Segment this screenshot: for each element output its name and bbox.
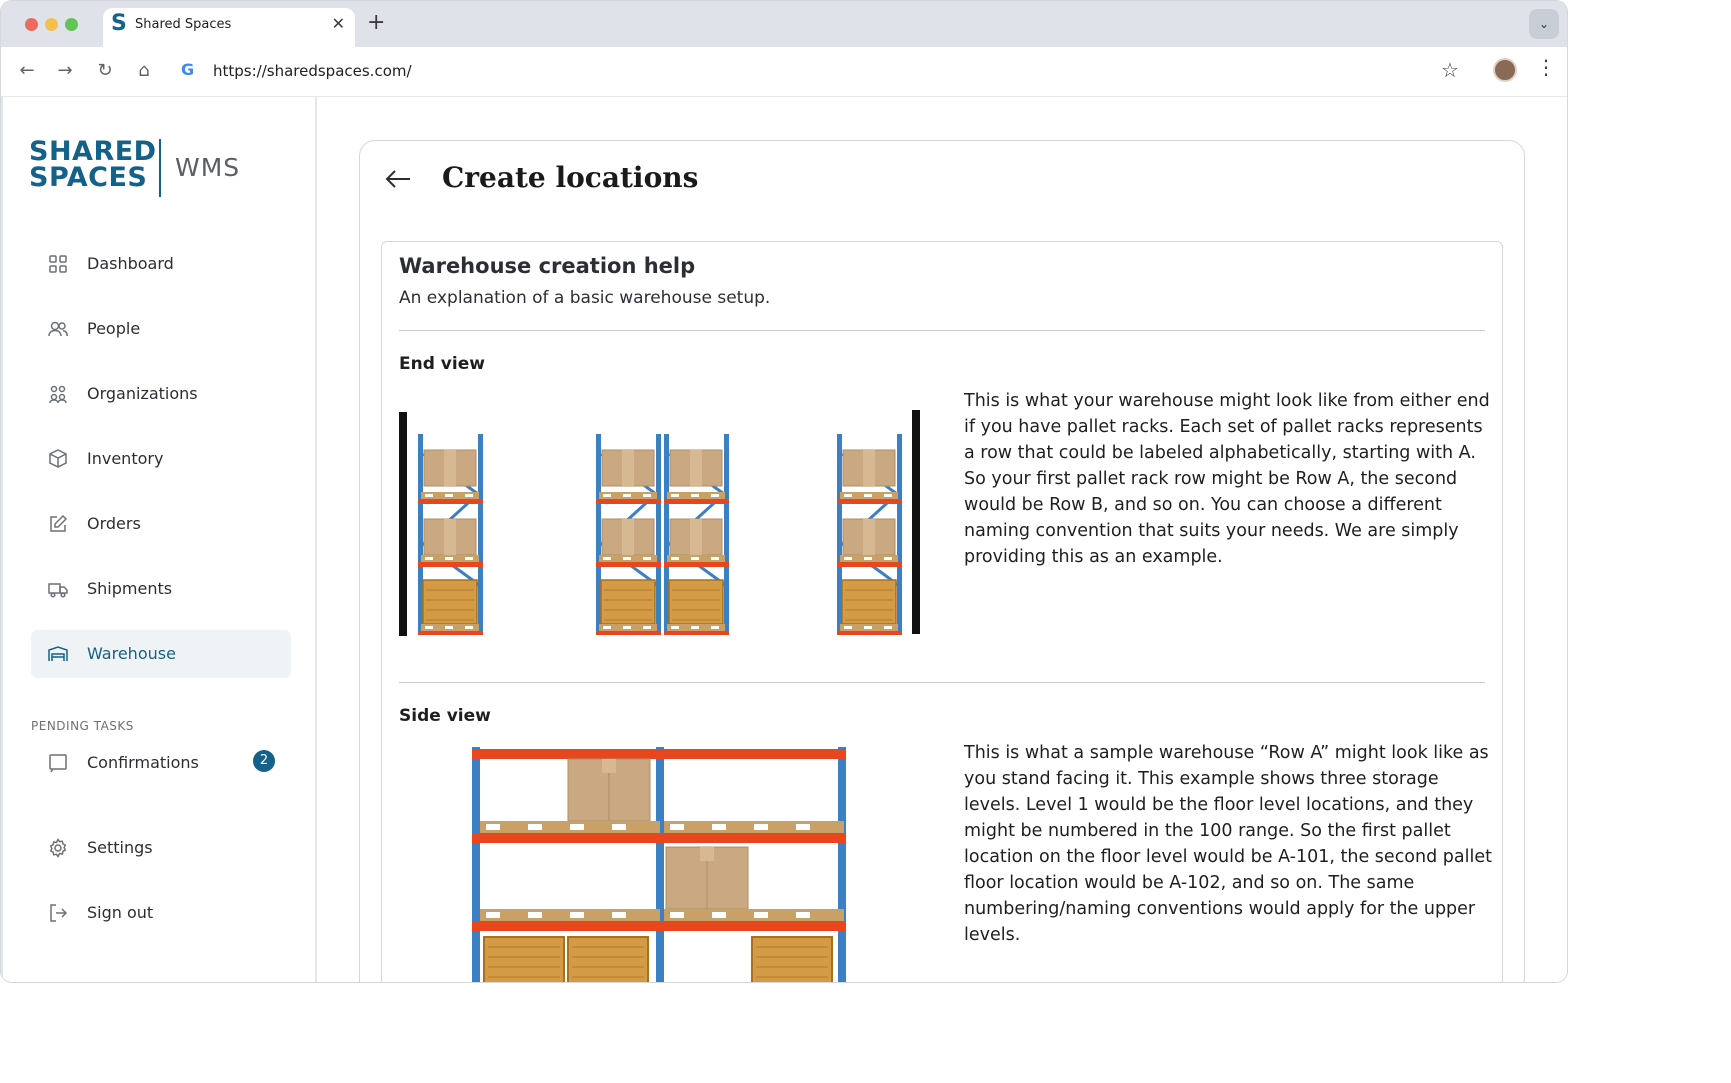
edit-icon [47, 513, 69, 535]
sidebar-item-label: People [87, 319, 141, 338]
confirmations-count-badge: 2 [253, 750, 275, 772]
close-window-button[interactable] [25, 18, 38, 31]
sidebar-item-signout[interactable]: Sign out [31, 889, 291, 937]
logo-divider [159, 139, 161, 197]
sidebar-item-label: Sign out [87, 903, 154, 922]
end-view-illustration [399, 410, 920, 642]
gear-icon [47, 837, 69, 859]
sidebar-item-label: Warehouse [87, 644, 176, 663]
sidebar-item-label: Dashboard [87, 254, 174, 273]
confirm-icon [47, 752, 69, 774]
sidebar-item-dashboard[interactable]: Dashboard [31, 240, 291, 288]
sign-out-icon [47, 902, 69, 924]
sidebar-item-label: Confirmations [87, 753, 199, 772]
logo-line-2: SPACES [29, 162, 148, 193]
side-view-heading: Side view [399, 706, 491, 726]
sidebar-item-warehouse[interactable]: Warehouse [31, 630, 291, 678]
shared-spaces-logo[interactable]: SHARED SPACES WMS [29, 138, 239, 197]
truck-icon [47, 578, 69, 600]
browser-menu-icon[interactable]: ⋮ [1536, 55, 1556, 79]
warehouse-help-panel: Warehouse creation help An explanation o… [381, 241, 1503, 982]
sidebar-item-label: Settings [87, 838, 153, 857]
sidebar-item-people[interactable]: People [31, 305, 291, 353]
help-title: Warehouse creation help [399, 254, 696, 278]
sidebar-item-label: Organizations [87, 384, 198, 403]
maximize-window-button[interactable] [65, 18, 78, 31]
warehouse-icon [47, 643, 69, 665]
favicon-icon: S [111, 11, 127, 36]
browser-toolbar: ← → ↻ ⌂ G https://sharedspaces.com/ ☆ ⋮ [1, 47, 1567, 97]
new-tab-icon[interactable]: + [367, 10, 385, 35]
forward-icon[interactable]: → [51, 57, 79, 85]
address-bar[interactable]: G https://sharedspaces.com/ ☆ [173, 55, 1473, 87]
grid-icon [47, 253, 69, 275]
sidebar-item-inventory[interactable]: Inventory [31, 435, 291, 483]
box-icon [47, 448, 69, 470]
sidebar: SHARED SPACES WMS Dashboard People Organ… [1, 97, 317, 982]
browser-window: S Shared Spaces ✕ + ⌄ ← → ↻ ⌂ G https://… [0, 0, 1568, 983]
bookmark-star-icon[interactable]: ☆ [1441, 58, 1459, 82]
help-subtitle: An explanation of a basic warehouse setu… [399, 288, 771, 308]
sidebar-item-label: Shipments [87, 579, 173, 598]
divider [399, 330, 1485, 331]
create-locations-card: Create locations Warehouse creation help… [359, 140, 1525, 982]
end-view-heading: End view [399, 354, 485, 374]
people-icon [47, 318, 69, 340]
url-text[interactable]: https://sharedspaces.com/ [213, 62, 412, 80]
divider [399, 682, 1485, 683]
sidebar-item-confirmations[interactable]: Confirmations 2 [31, 739, 291, 787]
side-view-description: This is what a sample warehouse “Row A” … [964, 743, 1492, 945]
close-tab-icon[interactable]: ✕ [332, 14, 345, 33]
side-view-illustration [472, 747, 846, 982]
back-icon[interactable]: ← [13, 57, 41, 85]
sidebar-item-label: Orders [87, 514, 141, 533]
tab-strip: S Shared Spaces ✕ + ⌄ [1, 1, 1567, 47]
tab-search-icon[interactable]: ⌄ [1529, 9, 1559, 39]
page-title: Create locations [442, 161, 699, 194]
organizations-icon [47, 383, 69, 405]
sidebar-item-orders[interactable]: Orders [31, 500, 291, 548]
sidebar-item-label: Inventory [87, 449, 164, 468]
end-view-description: This is what your warehouse might look l… [964, 391, 1490, 567]
tab-title: Shared Spaces [135, 17, 232, 32]
profile-avatar[interactable] [1493, 58, 1517, 82]
sidebar-item-settings[interactable]: Settings [31, 824, 291, 872]
pending-tasks-heading: PENDING TASKS [31, 719, 134, 733]
main-content: Create locations Warehouse creation help… [317, 97, 1567, 982]
home-icon[interactable]: ⌂ [130, 57, 158, 85]
browser-tab[interactable]: S Shared Spaces ✕ [103, 8, 355, 47]
logo-product-name: WMS [175, 153, 241, 182]
reload-icon[interactable]: ↻ [91, 57, 119, 85]
google-icon: G [181, 60, 195, 79]
minimize-window-button[interactable] [45, 18, 58, 31]
sidebar-item-organizations[interactable]: Organizations [31, 370, 291, 418]
sidebar-item-shipments[interactable]: Shipments [31, 565, 291, 613]
back-arrow-icon[interactable] [382, 163, 414, 195]
